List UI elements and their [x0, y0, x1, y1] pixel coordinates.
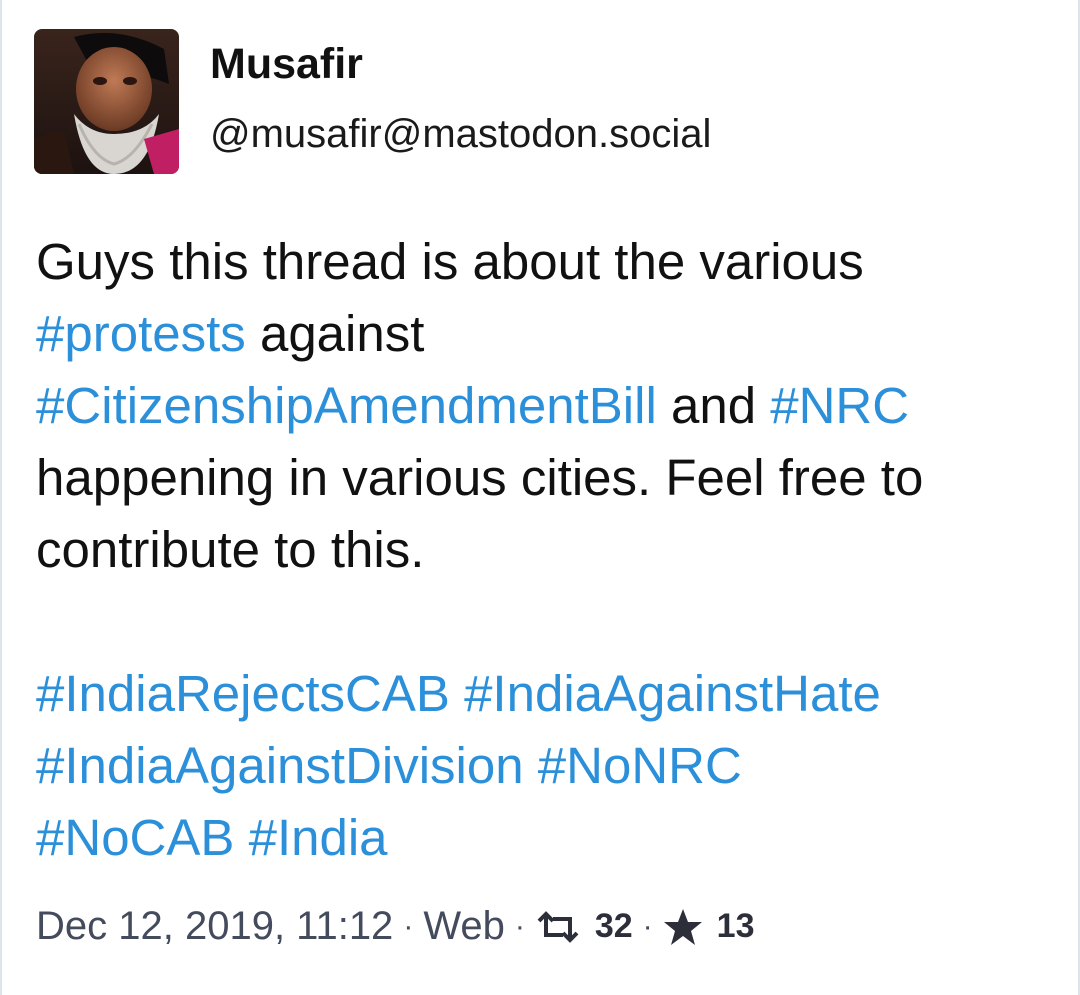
account-handle[interactable]: @musafir@mastodon.social: [210, 112, 711, 157]
hashtag-link[interactable]: #IndiaAgainstDivision: [36, 737, 524, 794]
hashtag-paragraph: #IndiaRejectsCAB #IndiaAgainstHate #India…: [36, 658, 1046, 874]
status-text: and: [656, 377, 771, 434]
hashtag-link[interactable]: #NoNRC: [538, 737, 742, 794]
boost-count: 32: [594, 907, 633, 945]
separator: ·: [642, 909, 653, 943]
display-name[interactable]: Musafir: [210, 40, 363, 89]
status-card: Musafir @musafir@mastodon.social Guys th…: [0, 0, 1080, 995]
star-icon[interactable]: [663, 908, 703, 946]
hashtag-link[interactable]: #NoCAB: [36, 809, 234, 866]
hashtag-link[interactable]: #IndiaRejectsCAB: [36, 665, 450, 722]
hashtag-link[interactable]: #CitizenshipAmendmentBill: [36, 377, 657, 434]
separator: ·: [514, 909, 525, 943]
timestamp-link[interactable]: Dec 12, 2019, 11:12: [36, 904, 393, 949]
hashtag-link[interactable]: #NRC: [770, 377, 909, 434]
status-paragraph: Guys this thread is about the various #p…: [36, 226, 1046, 586]
hashtag-link[interactable]: #IndiaAgainstHate: [464, 665, 881, 722]
status-text: against: [245, 305, 425, 362]
application-name: Web: [423, 904, 505, 948]
avatar[interactable]: [34, 29, 179, 174]
separator: ·: [403, 909, 414, 943]
status-meta: Dec 12, 2019, 11:12 · Web · 32 · 13: [36, 904, 755, 949]
avatar-image: [34, 29, 179, 174]
favourite-count: 13: [716, 907, 755, 945]
hashtag-link[interactable]: #protests: [36, 305, 246, 362]
status-text: happening in various cities. Feel free t…: [36, 449, 924, 578]
hashtag-link[interactable]: #India: [249, 809, 388, 866]
status-content: Guys this thread is about the various #p…: [36, 226, 1046, 874]
status-text: Guys this thread is about the various: [36, 233, 864, 290]
retweet-icon[interactable]: [535, 910, 581, 943]
